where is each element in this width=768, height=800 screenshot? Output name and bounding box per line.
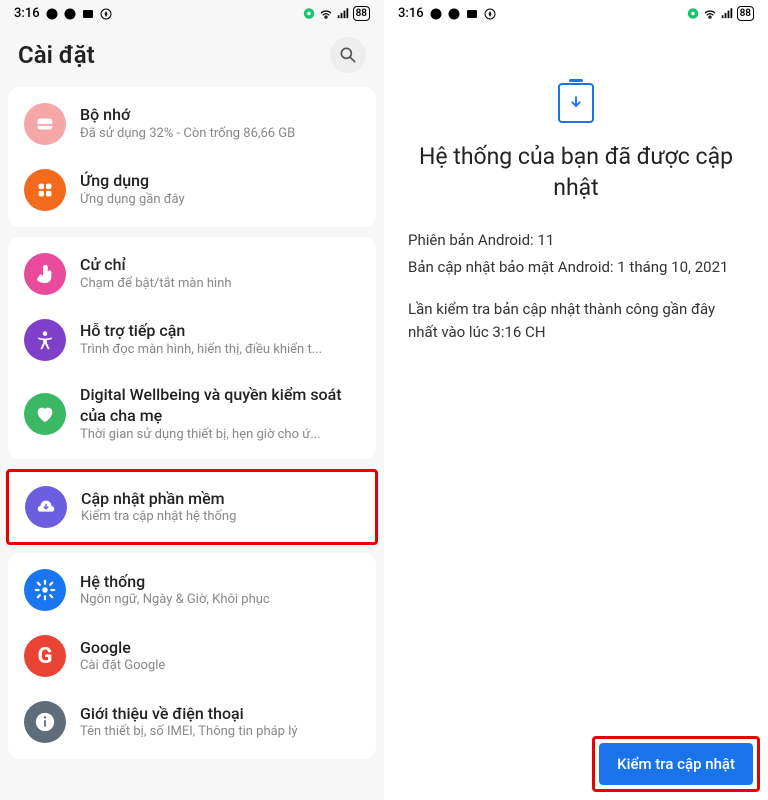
- location-icon: [686, 7, 700, 21]
- item-system[interactable]: Hệ thống Ngôn ngữ, Ngày & Giờ, Khôi phục: [8, 557, 376, 623]
- highlighted-update-item: Cập nhật phần mềm Kiểm tra cập nhật hệ t…: [6, 469, 378, 545]
- item-gesture[interactable]: Cử chỉ Chạm để bật/tắt màn hình: [8, 241, 376, 307]
- compass-icon: [484, 8, 496, 20]
- item-title: Cập nhật phần mềm: [81, 489, 359, 510]
- apps-icon: [24, 169, 66, 211]
- image-icon: [82, 8, 94, 20]
- item-title: Digital Wellbeing và quyền kiểm soát của…: [80, 385, 360, 427]
- item-title: Ứng dụng: [80, 171, 360, 192]
- group-storage-apps: Bộ nhớ Đã sử dụng 32% - Còn trống 86,66 …: [8, 87, 376, 227]
- item-subtitle: Kiểm tra cập nhật hệ thống: [81, 509, 359, 526]
- item-apps[interactable]: Ứng dụng Ứng dụng gần đây: [8, 157, 376, 223]
- image-icon: [466, 8, 478, 20]
- item-subtitle: Ngôn ngữ, Ngày & Giờ, Khôi phục: [80, 592, 360, 609]
- group-accessibility: Cử chỉ Chạm để bật/tắt màn hình Hỗ trợ t…: [8, 237, 376, 459]
- update-heading: Hệ thống của bạn đã được cập nhật: [384, 141, 768, 203]
- messenger-icon: [46, 8, 58, 20]
- wellbeing-icon: [24, 393, 66, 435]
- battery-level: 88: [353, 6, 370, 21]
- item-accessibility[interactable]: Hỗ trợ tiếp cận Trình đọc màn hình, hiển…: [8, 307, 376, 373]
- item-subtitle: Cài đặt Google: [80, 658, 360, 675]
- chat-icon: [64, 8, 76, 20]
- group-system: Hệ thống Ngôn ngữ, Ngày & Giờ, Khôi phục…: [8, 553, 376, 759]
- software-update-icon: [25, 486, 67, 528]
- last-check-time: Lần kiểm tra bản cập nhật thành công gần…: [408, 298, 744, 343]
- item-title: Hỗ trợ tiếp cận: [80, 321, 360, 342]
- compass-icon: [100, 8, 112, 20]
- android-version: Phiên bản Android: 11: [408, 229, 744, 252]
- security-patch: Bản cập nhật bảo mật Android: 1 tháng 10…: [408, 256, 744, 279]
- item-software-update[interactable]: Cập nhật phần mềm Kiểm tra cập nhật hệ t…: [9, 472, 375, 542]
- item-about-phone[interactable]: Giới thiệu về điện thoại Tên thiết bị, s…: [8, 689, 376, 755]
- item-title: Bộ nhớ: [80, 105, 360, 126]
- item-subtitle: Tên thiết bị, số IMEI, Thông tin pháp lý: [80, 724, 360, 741]
- google-icon: G: [24, 635, 66, 677]
- location-icon: [302, 7, 316, 21]
- item-storage[interactable]: Bộ nhớ Đã sử dụng 32% - Còn trống 86,66 …: [8, 91, 376, 157]
- item-subtitle: Ứng dụng gần đây: [80, 192, 360, 209]
- item-subtitle: Trình đọc màn hình, hiển thị, điều khiển…: [80, 342, 360, 359]
- gesture-icon: [24, 253, 66, 295]
- update-details: Phiên bản Android: 11 Bản cập nhật bảo m…: [384, 203, 768, 373]
- highlighted-check-button: Kiểm tra cập nhật: [592, 736, 760, 792]
- signal-icon: [720, 7, 734, 21]
- update-status-screen: 3:16 88 Hệ thống của bạn đã được cập nhậ…: [384, 0, 768, 800]
- status-bar: 3:16 88: [384, 0, 768, 25]
- signal-icon: [336, 7, 350, 21]
- settings-screen: 3:16 88 Cài đặt Bộ nhớ Đã sử dụng 32% - …: [0, 0, 384, 800]
- item-subtitle: Chạm để bật/tắt màn hình: [80, 276, 360, 293]
- messenger-icon: [430, 8, 442, 20]
- about-icon: [24, 701, 66, 743]
- wifi-icon: [703, 7, 717, 21]
- wifi-icon: [319, 7, 333, 21]
- item-title: Hệ thống: [80, 572, 360, 593]
- status-bar: 3:16 88: [0, 0, 384, 25]
- chat-icon: [448, 8, 460, 20]
- item-wellbeing[interactable]: Digital Wellbeing và quyền kiểm soát của…: [8, 373, 376, 455]
- accessibility-icon: [24, 319, 66, 361]
- item-title: Google: [80, 638, 360, 659]
- item-title: Giới thiệu về điện thoại: [80, 704, 360, 725]
- page-title: Cài đặt: [18, 41, 95, 69]
- battery-level: 88: [737, 6, 754, 21]
- update-hero-icon: [384, 83, 768, 123]
- status-time: 3:16: [14, 6, 40, 21]
- search-button[interactable]: [330, 37, 366, 73]
- item-subtitle: Thời gian sử dụng thiết bị, hẹn giờ cho …: [80, 427, 360, 444]
- status-time: 3:16: [398, 6, 424, 21]
- check-update-button[interactable]: Kiểm tra cập nhật: [599, 743, 753, 785]
- storage-icon: [24, 103, 66, 145]
- header: Cài đặt: [0, 25, 384, 87]
- item-google[interactable]: G Google Cài đặt Google: [8, 623, 376, 689]
- item-subtitle: Đã sử dụng 32% - Còn trống 86,66 GB: [80, 126, 360, 143]
- item-title: Cử chỉ: [80, 255, 360, 276]
- system-icon: [24, 569, 66, 611]
- search-icon: [338, 45, 358, 65]
